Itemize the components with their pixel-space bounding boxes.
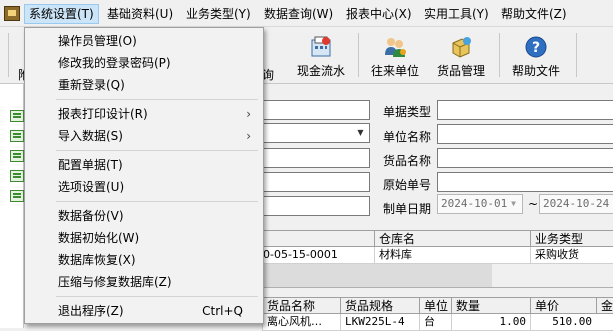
doc-date-label: 制单日期	[383, 202, 432, 216]
app-icon[interactable]	[4, 6, 20, 21]
menu-item-restore[interactable]: 数据库恢复(X)	[25, 249, 263, 271]
column-header-biz-type[interactable]: 业务类型	[530, 231, 613, 247]
record-icon[interactable]	[10, 190, 24, 202]
menu-item-exit[interactable]: 退出程序(Z) Ctrl+Q	[25, 300, 263, 322]
menu-tools[interactable]: 实用工具(Y)	[420, 4, 493, 24]
svg-text:?: ?	[532, 40, 540, 56]
chevron-down-icon[interactable]: ▼	[354, 126, 367, 140]
menu-item-operator-management[interactable]: 操作员管理(O)	[25, 30, 263, 52]
goods-button[interactable]: 货品管理	[432, 29, 490, 83]
chevron-down-icon[interactable]: ▼	[507, 197, 520, 211]
toolbar-separator	[358, 33, 359, 77]
chevron-right-icon: ›	[246, 107, 251, 121]
menu-item-initialize[interactable]: 数据初始化(W)	[25, 227, 263, 249]
menu-item-change-password[interactable]: 修改我的登录密码(P)	[25, 52, 263, 74]
menu-data-query[interactable]: 数据查询(W)	[260, 4, 337, 24]
original-no-label: 原始单号	[383, 178, 432, 192]
filter-field-5[interactable]	[262, 196, 370, 216]
doc-type-field[interactable]	[437, 100, 613, 120]
date-range-separator: ~	[528, 197, 539, 211]
toolbar-separator	[8, 33, 9, 77]
table-row[interactable]: 离心风机… LKW225L-4 台 1.00 510.00	[262, 314, 613, 331]
menu-item-relogin[interactable]: 重新登录(Q)	[25, 74, 263, 96]
grid1-empty-area	[262, 264, 492, 288]
doc-type-label: 单据类型	[383, 105, 432, 119]
menu-item-options[interactable]: 选项设置(U)	[25, 176, 263, 198]
contacts-label: 往来单位	[370, 64, 419, 78]
date-from-field[interactable]: 2024-10-01 ▼	[437, 194, 523, 214]
cash-flow-icon	[311, 36, 331, 57]
grid1-header: 仓库名 业务类型	[262, 230, 613, 247]
help-icon: ?	[525, 36, 547, 58]
goods-name-field[interactable]	[437, 148, 613, 168]
filter-field-1[interactable]	[262, 100, 370, 120]
original-no-field[interactable]	[437, 172, 613, 192]
date-to-value: 2024-10-24	[543, 197, 610, 210]
column-header-qty[interactable]: 数量	[451, 298, 530, 314]
record-icon[interactable]	[10, 150, 24, 162]
menu-bar: 系统设置(T) 基础资料(U) 业务类型(Y) 数据查询(W) 报表中心(X) …	[0, 0, 613, 27]
chevron-right-icon: ›	[246, 129, 251, 143]
warehouse-cell: 材料库	[374, 247, 530, 263]
menu-item-configure-docs[interactable]: 配置单据(T)	[25, 154, 263, 176]
biz-type-cell: 采购收货	[530, 247, 613, 263]
contacts-icon	[385, 38, 406, 57]
menu-item-report-print-design[interactable]: 报表打印设计(R) ›	[25, 103, 263, 125]
date-from-value: 2024-10-01	[441, 197, 508, 210]
grid1-empty-area	[492, 264, 613, 288]
record-icon[interactable]	[10, 130, 24, 142]
menu-business-type[interactable]: 业务类型(Y)	[182, 4, 255, 24]
cash-flow-button[interactable]: 现金流水	[292, 29, 350, 83]
goods-label: 货品管理	[436, 64, 485, 78]
goods-icon	[452, 37, 471, 58]
menu-item-import-data[interactable]: 导入数据(S) ›	[25, 125, 263, 147]
toolbar-separator	[499, 33, 500, 77]
column-header-amount[interactable]: 金	[596, 298, 613, 314]
filter-field-3[interactable]	[262, 148, 370, 168]
column-header-goods-name[interactable]: 货品名称	[262, 298, 340, 314]
help-button[interactable]: ? 帮助文件	[507, 29, 565, 83]
ellipsis-icon[interactable]: …	[311, 315, 322, 328]
contacts-button[interactable]: 往来单位	[366, 29, 424, 83]
grid2-header: 货品名称 货品规格 单位 数量 单价 金	[262, 297, 613, 314]
menu-item-compact-repair[interactable]: 压缩与修复数据库(Z)	[25, 271, 263, 293]
menu-separator	[56, 296, 258, 297]
menu-separator	[56, 99, 258, 100]
date-to-field[interactable]: 2024-10-24	[539, 194, 613, 214]
toolbar-separator	[576, 33, 577, 77]
unit-name-field[interactable]	[437, 124, 613, 144]
system-settings-menu: 操作员管理(O) 修改我的登录密码(P) 重新登录(Q) 报表打印设计(R) ›…	[24, 27, 264, 324]
record-icon[interactable]	[10, 110, 24, 122]
doc-no-cell: 0-05-15-0001	[263, 248, 338, 261]
menu-separator	[56, 150, 258, 151]
goods-name-label: 货品名称	[383, 154, 432, 168]
menu-item-backup[interactable]: 数据备份(V)	[25, 205, 263, 227]
sidebar	[0, 84, 24, 328]
column-header-goods-spec[interactable]: 货品规格	[340, 298, 419, 314]
column-header-price[interactable]: 单价	[530, 298, 596, 314]
help-label: 帮助文件	[511, 64, 560, 78]
exit-shortcut: Ctrl+Q	[202, 304, 243, 318]
menu-separator	[56, 201, 258, 202]
unit-name-label: 单位名称	[383, 130, 432, 144]
menu-basic-data[interactable]: 基础资料(U)	[103, 4, 177, 24]
menu-help[interactable]: 帮助文件(Z)	[497, 4, 571, 24]
column-header-warehouse[interactable]: 仓库名	[374, 231, 530, 247]
column-header-unit[interactable]: 单位	[419, 298, 451, 314]
menu-report-center[interactable]: 报表中心(X)	[342, 4, 416, 24]
filter-field-4[interactable]	[262, 172, 370, 192]
table-row[interactable]: 0-05-15-0001 材料库 采购收货	[262, 247, 613, 264]
cash-flow-label: 现金流水	[296, 64, 345, 78]
menu-system-settings[interactable]: 系统设置(T)	[24, 4, 99, 24]
filter-dropdown[interactable]: ▼	[262, 123, 370, 143]
record-icon[interactable]	[10, 170, 24, 182]
